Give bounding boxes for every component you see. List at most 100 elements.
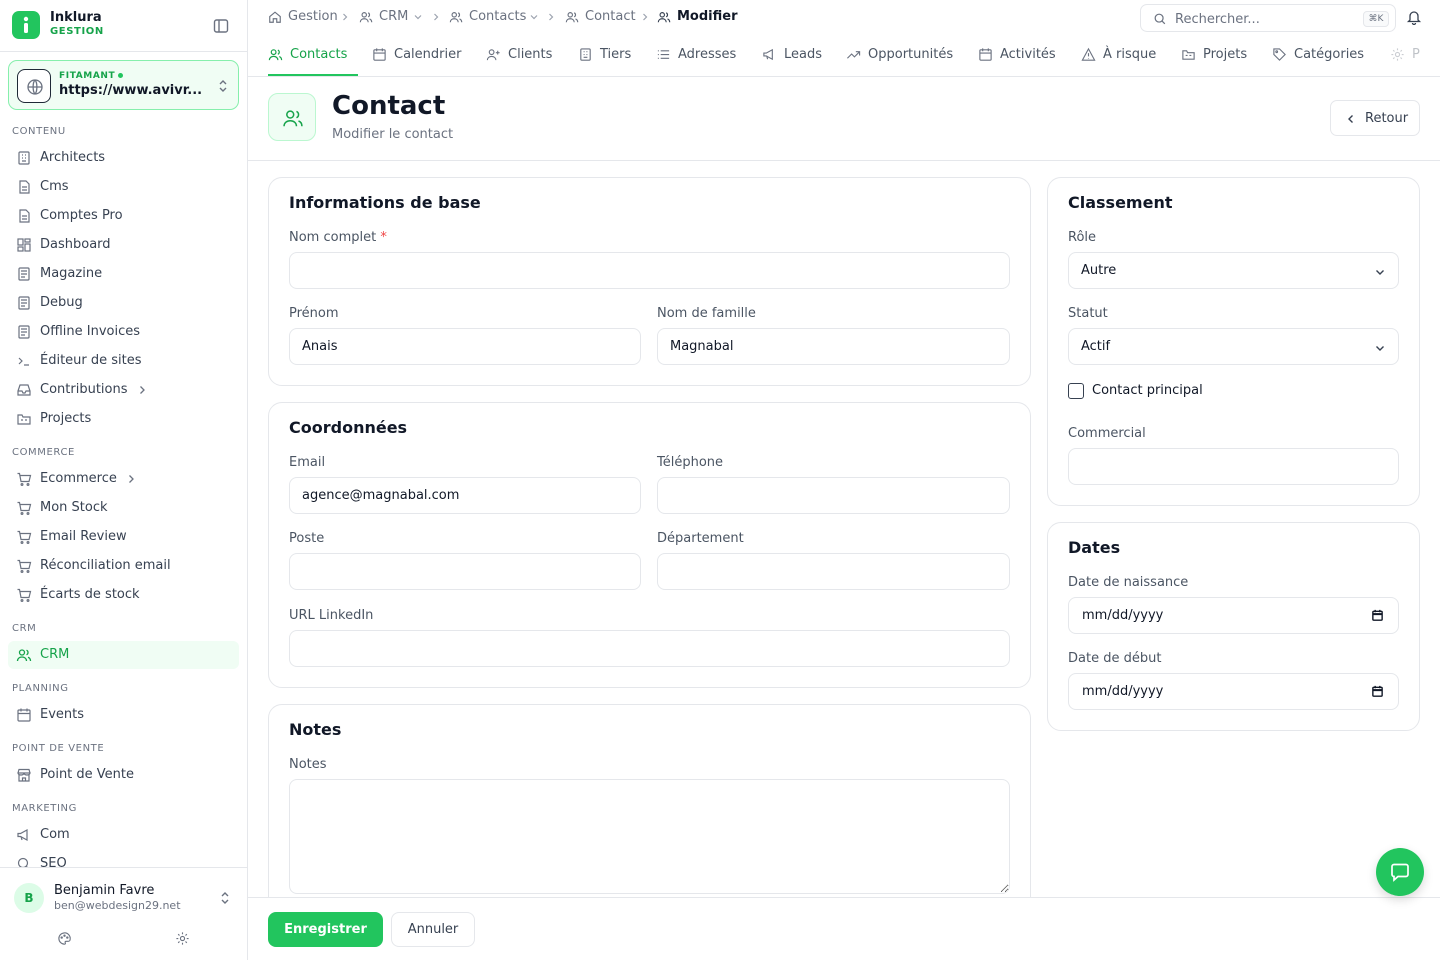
save-button[interactable]: Enregistrer (268, 912, 383, 947)
tab-label: À risque (1103, 47, 1157, 62)
phone-label: Téléphone (657, 455, 724, 470)
sidebar-item-dashboard[interactable]: Dashboard (8, 231, 239, 259)
chevron-right-icon (434, 13, 439, 21)
user-plus-icon (486, 49, 500, 61)
full-name-input[interactable] (289, 252, 1010, 289)
sidebar-item-ecommerce[interactable]: Ecommerce (8, 465, 239, 493)
sidebar-item-debug[interactable]: Debug (8, 289, 239, 317)
breadcrumb-contact[interactable]: Contact (585, 9, 636, 24)
user-name: Benjamin Favre (54, 883, 155, 898)
birthdate-input[interactable]: mm/dd/yyyy (1068, 597, 1399, 634)
calendar-icon[interactable] (1371, 609, 1384, 622)
chevron-left-icon (1348, 115, 1353, 123)
card-title: Dates (1068, 538, 1121, 557)
linkedin-label: URL LinkedIn (289, 608, 374, 623)
inbox-icon (17, 384, 31, 396)
departement-field[interactable] (657, 553, 1010, 590)
sidebar-item-seo[interactable]: SEO (8, 850, 239, 867)
tab-label: Contacts (290, 47, 348, 62)
user-menu[interactable]: B Benjamin Favre ben@webdesign29.net (0, 867, 247, 960)
sidebar-item-crm[interactable]: CRM (8, 641, 239, 669)
card-notes: Notes Notes (268, 704, 1031, 924)
nav-section-marketing: MARKETING (12, 803, 77, 814)
contact-principal-checkbox[interactable] (1068, 383, 1084, 399)
sidebar-item-ecarts-de-stock[interactable]: Écarts de stock (8, 581, 239, 609)
global-search[interactable]: ⌘K (1140, 4, 1396, 32)
users-icon (657, 12, 671, 23)
sidebar-item-label: Projects (40, 411, 92, 426)
sidebar-item-projects[interactable]: Projects (8, 405, 239, 433)
page-subtitle: Modifier le contact (332, 127, 454, 142)
last-name-label: Nom de famille (657, 306, 756, 321)
statut-select[interactable]: Actif (1068, 328, 1399, 365)
site-url: https://www.avivr... (59, 83, 203, 98)
site-status-dot (118, 73, 124, 78)
sidebar-item-point-de-vente[interactable]: Point de Vente (8, 761, 239, 789)
full-name-label: Nom complet * (289, 230, 387, 245)
start-date-value: mm/dd/yyyy (1082, 684, 1164, 699)
poste-field[interactable] (289, 553, 641, 590)
search-input[interactable] (1175, 9, 1355, 29)
commercial-field[interactable] (1068, 448, 1399, 485)
sidebar-item-com[interactable]: Com (8, 821, 239, 849)
sidebar-item-events[interactable]: Events (8, 701, 239, 729)
sidebar-item-label: Contributions (40, 382, 128, 397)
building-icon (18, 151, 30, 165)
sidebar-item-contributions[interactable]: Contributions (8, 376, 239, 404)
sidebar-item-reconciliation-email[interactable]: Réconciliation email (8, 552, 239, 580)
site-label: FITAMANT (59, 71, 124, 81)
chat-button[interactable] (1376, 848, 1424, 896)
breadcrumb-gestion[interactable]: Gestion (288, 9, 338, 24)
bell-icon[interactable] (1406, 9, 1422, 25)
sidebar-item-label: Réconciliation email (40, 558, 171, 573)
departement-label: Département (657, 531, 744, 546)
cancel-button[interactable]: Annuler (391, 912, 475, 947)
sidebar-item-magazine[interactable]: Magazine (8, 260, 239, 288)
sidebar-item-mon-stock[interactable]: Mon Stock (8, 494, 239, 522)
newspaper-icon (18, 267, 30, 281)
sidebar-item-architects[interactable]: Architects (8, 144, 239, 172)
tab-contacts[interactable]: Contacts (268, 34, 358, 76)
back-button[interactable]: Retour (1330, 100, 1420, 136)
sidebar-item-editeur[interactable]: Éditeur de sites (8, 347, 239, 375)
sidebar-item-label: Magazine (40, 266, 103, 281)
sidebar-item-label: CRM (40, 647, 70, 662)
last-name-input[interactable] (657, 328, 1010, 365)
site-switcher[interactable]: FITAMANT https://www.avivr... (8, 60, 239, 110)
sidebar-item-email-review[interactable]: Email Review (8, 523, 239, 551)
sidebar-item-label: Events (40, 707, 85, 722)
breadcrumb-contacts[interactable]: Contacts (469, 9, 526, 24)
search-shortcut: ⌘K (1363, 11, 1389, 27)
commercial-label: Commercial (1068, 426, 1146, 441)
palette-icon[interactable] (57, 931, 72, 946)
gear-icon (1391, 48, 1404, 61)
sidebar-item-label: Éditeur de sites (40, 353, 142, 368)
brand-subtitle: GESTION (50, 26, 104, 37)
contact-principal-label[interactable]: Contact principal (1092, 383, 1203, 398)
calendar-icon[interactable] (1371, 685, 1384, 698)
phone-field[interactable] (657, 477, 1010, 514)
start-date-input[interactable]: mm/dd/yyyy (1068, 673, 1399, 710)
sidebar-item-label: Point de Vente (40, 767, 135, 782)
sidebar-item-offline-invoices[interactable]: Offline Invoices (8, 318, 239, 346)
users-icon (449, 12, 463, 23)
tab-label: Adresses (678, 47, 737, 62)
sidebar-toggle-icon[interactable] (212, 17, 230, 35)
role-label: Rôle (1068, 230, 1097, 245)
first-name-input[interactable] (289, 328, 641, 365)
nav-section-crm: CRM (12, 623, 37, 634)
file-icon (19, 209, 30, 223)
card-dates: Dates Date de naissance mm/dd/yyyy Date … (1047, 522, 1420, 731)
role-select[interactable]: Autre (1068, 252, 1399, 289)
folder-icon (1182, 50, 1195, 60)
linkedin-field[interactable] (289, 630, 1010, 667)
nav-section-pos: POINT DE VENTE (12, 743, 105, 754)
statut-value: Actif (1081, 339, 1111, 354)
breadcrumb-crm[interactable]: CRM (379, 9, 408, 24)
sidebar-item-cms[interactable]: Cms (8, 173, 239, 201)
chevron-right-icon (129, 475, 134, 483)
email-field[interactable] (289, 477, 641, 514)
notes-textarea[interactable] (289, 779, 1010, 894)
sidebar-item-comptes-pro[interactable]: Comptes Pro (8, 202, 239, 230)
gear-icon[interactable] (175, 931, 190, 946)
